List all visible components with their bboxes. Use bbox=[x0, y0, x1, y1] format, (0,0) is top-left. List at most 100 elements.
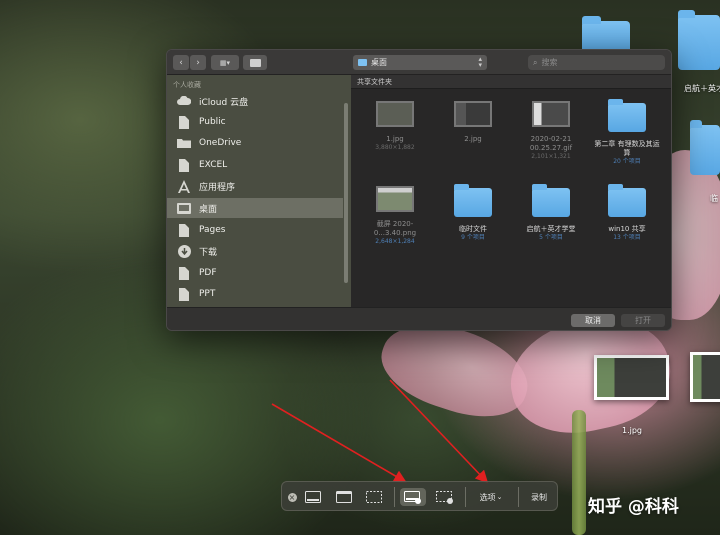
floating-screenshot-thumbnail[interactable] bbox=[690, 352, 720, 402]
sidebar-item-public[interactable]: Public bbox=[167, 112, 343, 132]
document-icon bbox=[177, 158, 191, 172]
folder-item[interactable]: win10 共享 13 个项目 bbox=[587, 184, 667, 242]
options-button[interactable]: 选项 ⌄ bbox=[474, 488, 508, 506]
chevron-right-icon: › bbox=[196, 57, 200, 68]
sidebar-item-label: 应用程序 bbox=[199, 182, 236, 193]
divider bbox=[518, 487, 519, 507]
sidebar-item-onedrive[interactable]: OneDrive bbox=[167, 133, 343, 153]
file-meta: 3,880×1,882 bbox=[375, 144, 415, 151]
location-label: 桌面 bbox=[371, 58, 387, 67]
document-icon bbox=[177, 115, 191, 129]
folder-icon bbox=[608, 99, 646, 132]
window-icon bbox=[336, 491, 352, 503]
cloud-icon bbox=[177, 94, 191, 108]
applications-icon bbox=[177, 179, 191, 193]
sidebar-item-label: iCloud 云盘 bbox=[199, 97, 249, 108]
sidebar-item-pdf[interactable]: PDF bbox=[167, 263, 343, 283]
capture-selection-button[interactable] bbox=[363, 488, 385, 506]
folder-icon bbox=[690, 120, 720, 175]
file-item[interactable]: 2020-02-21 00.25.27.gif 2,101×1,321 bbox=[511, 101, 591, 161]
record-button[interactable]: 录制 bbox=[524, 488, 554, 506]
watermark: 知乎 @科科 bbox=[588, 497, 679, 517]
lotus-stem bbox=[572, 410, 586, 535]
file-name: 2.jpg bbox=[464, 135, 482, 143]
search-input[interactable]: ⌕ 搜索 bbox=[528, 55, 665, 70]
file-item[interactable]: 截屏 2020-0...3.40.png 2,648×1,284 bbox=[355, 186, 435, 246]
folder-item[interactable]: 第二章 有理数及其运算 20 个项目 bbox=[587, 99, 667, 166]
divider bbox=[465, 487, 466, 507]
capture-window-button[interactable] bbox=[333, 488, 355, 506]
document-icon bbox=[177, 223, 191, 237]
divider bbox=[394, 487, 395, 507]
sidebar-section-title: 个人收藏 bbox=[173, 81, 201, 89]
folder-meta: 5 个项目 bbox=[539, 234, 563, 241]
record-label: 录制 bbox=[531, 492, 547, 502]
folder-icon bbox=[608, 184, 646, 217]
file-name: 2020-02-21 00.25.27.gif bbox=[529, 135, 573, 152]
file-item[interactable]: 2.jpg bbox=[433, 101, 513, 144]
sidebar-item-ppt[interactable]: PPT bbox=[167, 284, 343, 304]
document-icon bbox=[177, 266, 191, 280]
open-button[interactable]: 打开 bbox=[621, 314, 665, 327]
forward-button[interactable]: › bbox=[190, 55, 206, 70]
folder-meta: 13 个项目 bbox=[613, 234, 641, 241]
location-popup[interactable]: 桌面 ▴ ▾ bbox=[353, 55, 487, 70]
file-name: 截屏 2020-0...3.40.png bbox=[373, 220, 417, 237]
folder-name: 第二章 有理数及其运算 bbox=[594, 140, 660, 157]
view-mode-button[interactable]: ▦▾ bbox=[211, 55, 239, 70]
folder-icon bbox=[177, 136, 191, 150]
file-meta: 2,648×1,284 bbox=[375, 238, 415, 245]
cancel-button[interactable]: 取消 bbox=[571, 314, 615, 327]
screenshot-toolbar: × 选项 ⌄ 录制 bbox=[281, 481, 558, 511]
folder-name: 临时文件 bbox=[459, 225, 487, 233]
sidebar-item-label: OneDrive bbox=[199, 138, 242, 148]
download-icon bbox=[177, 244, 191, 258]
sidebar-item-downloads[interactable]: 下载 bbox=[167, 241, 343, 261]
options-label: 选项 bbox=[479, 492, 496, 502]
desktop-folder[interactable]: 临 bbox=[688, 120, 720, 205]
entire-screen-icon bbox=[305, 491, 321, 503]
folder-item[interactable]: 启航＋英才学堂 5 个项目 bbox=[511, 184, 591, 242]
record-selection-button[interactable] bbox=[433, 488, 457, 506]
image-thumbnail bbox=[376, 101, 414, 127]
search-icon: ⌕ bbox=[533, 57, 538, 67]
floating-screenshot-thumbnail[interactable] bbox=[594, 355, 669, 400]
folder-header: 共享文件夹 bbox=[351, 75, 671, 89]
record-screen-icon bbox=[404, 490, 421, 504]
close-icon: × bbox=[287, 492, 297, 502]
folder-icon bbox=[454, 184, 492, 217]
record-entire-screen-button[interactable] bbox=[400, 488, 426, 506]
record-selection-icon bbox=[436, 490, 453, 504]
folder-icon bbox=[532, 184, 570, 217]
folder-item[interactable]: 临时文件 9 个项目 bbox=[433, 184, 513, 242]
search-placeholder: 搜索 bbox=[541, 58, 558, 67]
desktop-folder-label: 临 bbox=[710, 194, 718, 203]
sidebar-scrollbar[interactable] bbox=[344, 103, 348, 283]
folder-meta: 20 个项目 bbox=[613, 158, 641, 165]
sidebar-item-label: Pages bbox=[199, 225, 226, 235]
desktop-icon bbox=[177, 201, 191, 215]
sidebar-item-label: EXCEL bbox=[199, 160, 228, 170]
folder-name: 启航＋英才学堂 bbox=[526, 225, 576, 233]
sidebar-item-pages[interactable]: Pages bbox=[167, 220, 343, 240]
close-button[interactable]: × bbox=[286, 488, 298, 506]
folder-icon bbox=[249, 58, 261, 67]
updown-chevron-icon: ▴ ▾ bbox=[478, 55, 482, 69]
image-thumbnail bbox=[454, 101, 492, 127]
sidebar-item-desktop[interactable]: 桌面 bbox=[167, 198, 343, 218]
floating-thumbnail-label: 1.jpg bbox=[622, 426, 643, 435]
chevron-left-icon: ‹ bbox=[179, 57, 183, 68]
dialog-footer: 取消 打开 bbox=[167, 307, 671, 330]
sidebar-item-applications[interactable]: 应用程序 bbox=[167, 176, 343, 196]
back-button[interactable]: ‹ bbox=[173, 55, 189, 70]
sidebar-item-label: Public bbox=[199, 117, 226, 127]
new-folder-button[interactable] bbox=[243, 55, 267, 70]
capture-entire-screen-button[interactable] bbox=[302, 488, 324, 506]
dialog-toolbar: ‹ › ▦▾ 桌面 ▴ ▾ ⌕ 搜索 bbox=[167, 50, 671, 75]
sidebar-item-label: 下载 bbox=[199, 247, 218, 258]
desktop-folder[interactable]: 启航＋英才 bbox=[676, 10, 720, 95]
file-item[interactable]: 1.jpg 3,880×1,882 bbox=[355, 101, 435, 152]
sidebar-item-excel[interactable]: EXCEL bbox=[167, 155, 343, 175]
sidebar-item-icloud[interactable]: iCloud 云盘 bbox=[167, 91, 343, 111]
desktop-folder-icon bbox=[358, 59, 367, 66]
